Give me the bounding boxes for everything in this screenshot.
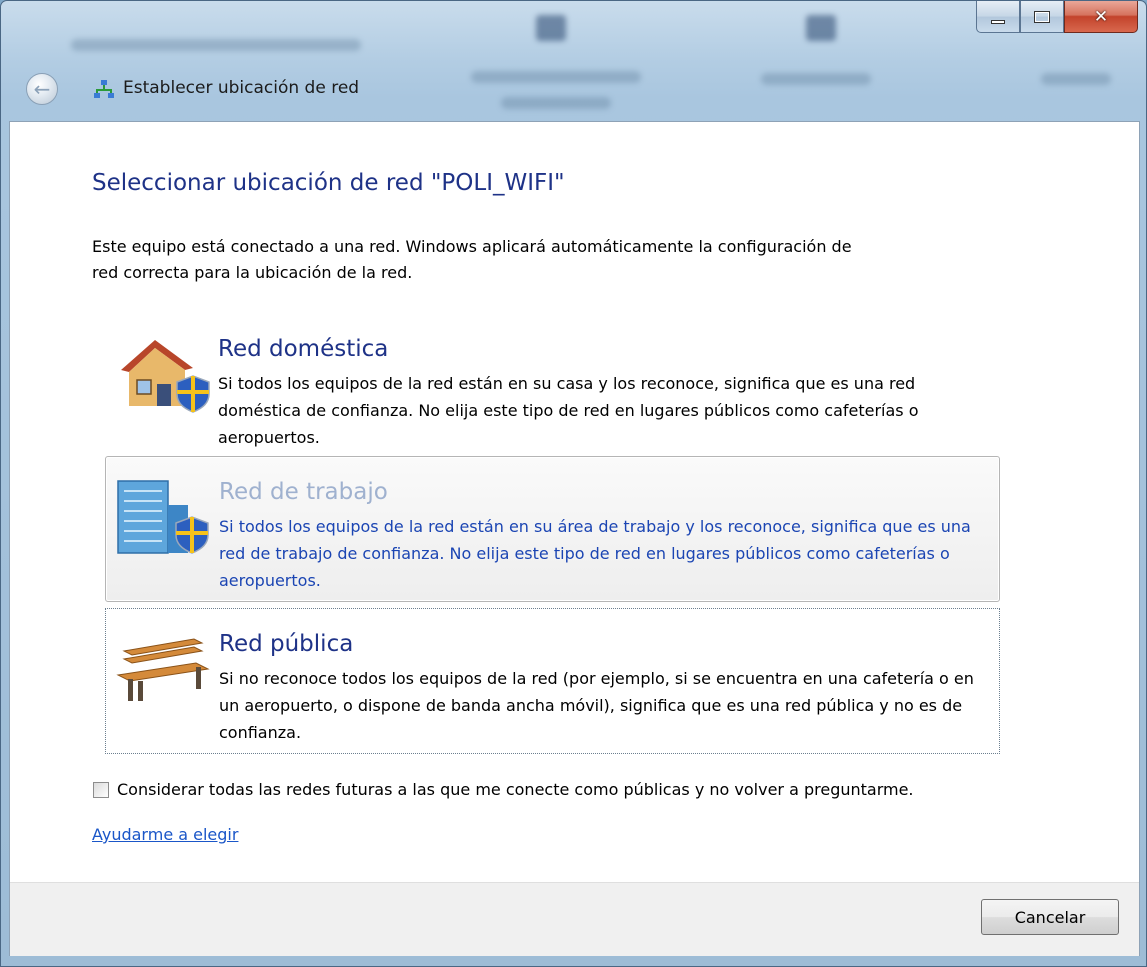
checkbox-label[interactable]: Considerar todas las redes futuras a las… xyxy=(117,780,914,799)
minimize-button[interactable] xyxy=(976,1,1020,33)
option-home-network[interactable]: Red doméstica Si todos los equipos de la… xyxy=(105,314,1000,460)
window-controls: ✕ xyxy=(976,1,1138,37)
blurred-text xyxy=(1041,73,1111,85)
maximize-icon xyxy=(1034,10,1050,23)
blurred-text xyxy=(471,71,641,83)
back-button[interactable]: ← xyxy=(26,73,58,105)
dialog-footer: Cancelar xyxy=(10,882,1139,956)
minimize-icon xyxy=(991,19,1005,24)
close-icon: ✕ xyxy=(1093,6,1109,27)
option-title: Red pública xyxy=(219,631,354,657)
blurred-text xyxy=(761,73,871,85)
blurred-text xyxy=(71,39,361,51)
house-shield-icon xyxy=(121,340,210,413)
future-networks-public-checkbox[interactable] xyxy=(93,781,109,798)
dialog-content: Seleccionar ubicación de red "POLI_WIFI"… xyxy=(9,121,1140,956)
back-arrow-icon: ← xyxy=(33,77,51,101)
office-building-shield-icon xyxy=(117,480,209,554)
park-bench-icon xyxy=(116,638,210,701)
option-description: Si todos los equipos de la red están en … xyxy=(218,374,919,447)
help-me-choose-link[interactable]: Ayudarme a elegir xyxy=(92,825,238,844)
cancel-button[interactable]: Cancelar xyxy=(981,899,1119,935)
option-title: Red de trabajo xyxy=(219,479,388,505)
window-title: Establecer ubicación de red xyxy=(123,78,360,98)
blurred-icon xyxy=(806,15,836,41)
option-public-network[interactable]: Red pública Si no reconoce todos los equ… xyxy=(105,608,1000,754)
blurred-icon xyxy=(536,15,566,41)
option-title: Red doméstica xyxy=(218,336,389,362)
intro-text: Este equipo está conectado a una red. Wi… xyxy=(92,237,852,282)
future-networks-public-row: Considerar todas las redes futuras a las… xyxy=(93,780,914,799)
option-description: Si todos los equipos de la red están en … xyxy=(219,517,971,590)
close-button[interactable]: ✕ xyxy=(1064,1,1138,33)
network-icon xyxy=(94,80,114,98)
window-frame: ✕ ← Establecer ubicación de red Seleccio… xyxy=(0,0,1147,967)
blurred-text xyxy=(501,97,611,109)
option-description: Si no reconoce todos los equipos de la r… xyxy=(219,669,974,742)
maximize-button[interactable] xyxy=(1020,1,1064,33)
option-work-network[interactable]: Red de trabajo Si todos los equipos de l… xyxy=(105,456,1000,602)
page-title: Seleccionar ubicación de red "POLI_WIFI" xyxy=(92,170,565,196)
